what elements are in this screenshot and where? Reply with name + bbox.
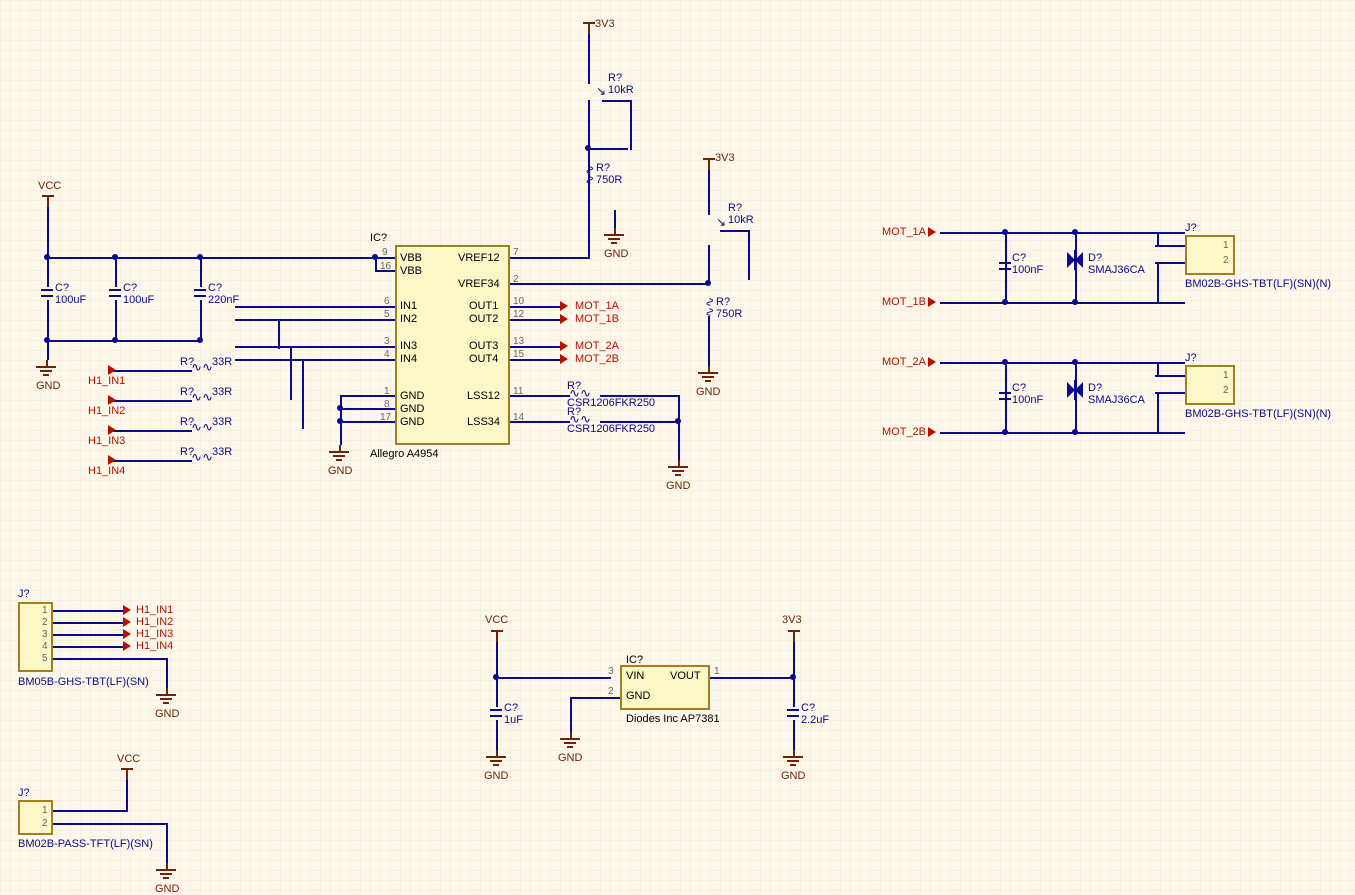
- pwr-3v3-a: [583, 22, 595, 34]
- pwr-3v3-reg: [788, 630, 800, 642]
- port-mot-1b: MOT_1B: [575, 313, 619, 325]
- gnd-c4: [486, 750, 510, 768]
- port-mot-2a-right: MOT_2A: [882, 356, 926, 368]
- gnd-c5: [783, 750, 807, 768]
- port-mot-2b-right: MOT_2B: [882, 426, 926, 438]
- gnd-vref34: [698, 366, 722, 384]
- port-mot-1b-right: MOT_1B: [882, 296, 926, 308]
- ic2-designator: IC?: [626, 654, 643, 666]
- ic2-partname: Diodes Inc AP7381: [626, 713, 720, 725]
- port-h1-in2: H1_IN2: [88, 405, 125, 417]
- cap-c7: [999, 388, 1011, 404]
- gnd-j2: [156, 863, 180, 881]
- cap-c6: [999, 258, 1011, 274]
- port-mot-1a-right: MOT_1A: [882, 226, 926, 238]
- gnd-vref12-div: [604, 228, 628, 246]
- pwr-3v3-b: [703, 158, 715, 170]
- ic1-designator: IC?: [370, 232, 387, 244]
- gnd-reg: [560, 732, 584, 750]
- vcc-label: VCC: [38, 180, 61, 192]
- pwr-vcc-j2: [121, 768, 133, 780]
- cap-c5: [787, 705, 799, 721]
- port-mot-2a: MOT_2A: [575, 340, 619, 352]
- gnd-sense: [668, 460, 692, 478]
- port-mot-2b: MOT_2B: [575, 353, 619, 365]
- gnd-j1: [156, 688, 180, 706]
- port-h1-in1: H1_IN1: [88, 375, 125, 387]
- cap-c2: [109, 285, 121, 301]
- port-h1-in3: H1_IN3: [88, 435, 125, 447]
- gnd-caps: [36, 360, 60, 378]
- port-h1-in4: H1_IN4: [88, 465, 125, 477]
- cap-c1: [41, 285, 53, 301]
- ic1-partname: Allegro A4954: [370, 448, 439, 460]
- vcc-pwr: [42, 195, 54, 207]
- gnd-ic1: [329, 445, 353, 463]
- port-mot-1a: MOT_1A: [575, 300, 619, 312]
- pwr-vcc-reg: [491, 630, 503, 642]
- cap-c4: [490, 705, 502, 721]
- cap-c3: [194, 285, 206, 301]
